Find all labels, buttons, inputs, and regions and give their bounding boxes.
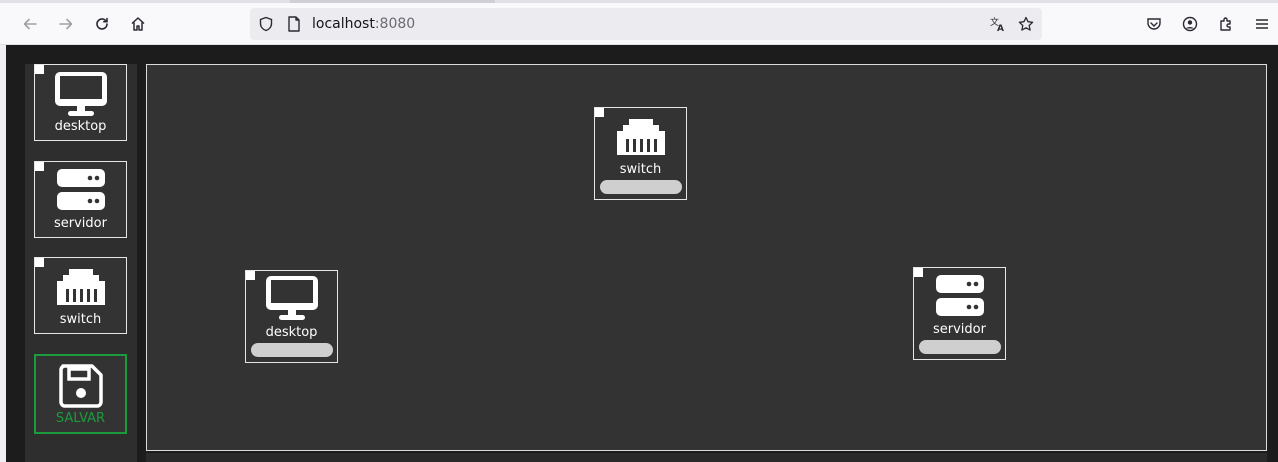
node-label: desktop	[265, 325, 318, 340]
palette-item-label: desktop	[54, 119, 107, 134]
star-icon[interactable]	[1012, 10, 1040, 38]
pocket-icon[interactable]	[1140, 10, 1168, 38]
node-name-input[interactable]	[600, 180, 682, 194]
drag-handle[interactable]	[595, 108, 604, 117]
switch-icon	[56, 269, 105, 305]
drag-handle[interactable]	[35, 162, 44, 171]
url-text[interactable]: localhost:8080	[312, 16, 415, 32]
reload-icon[interactable]	[88, 10, 116, 38]
desktop-icon	[54, 72, 107, 116]
palette-item-desktop[interactable]: desktop	[34, 64, 127, 141]
svg-text:A: A	[997, 24, 1004, 33]
canvas-node-switch[interactable]: switch	[594, 107, 687, 200]
node-label: switch	[619, 162, 662, 177]
canvas-bottom-strip	[146, 453, 1267, 462]
node-name-input[interactable]	[919, 340, 1001, 354]
account-icon[interactable]	[1176, 10, 1204, 38]
save-button[interactable]: SALVAR	[34, 354, 127, 434]
palette-item-servidor[interactable]: servidor	[34, 161, 127, 238]
device-palette: desktop servidor switch SALVAR	[25, 64, 137, 462]
shield-icon[interactable]	[252, 10, 280, 38]
translate-icon[interactable]: 文A	[984, 10, 1012, 38]
palette-item-label: switch	[59, 312, 102, 327]
url-bar[interactable]: localhost:8080 文A	[250, 8, 1042, 40]
url-port: :8080	[374, 16, 416, 32]
browser-toolbar: localhost:8080 文A	[0, 3, 1278, 45]
menu-icon[interactable]	[1248, 10, 1276, 38]
floppy-disk-icon	[58, 364, 103, 408]
desktop-icon	[265, 276, 318, 320]
server-icon	[935, 275, 984, 316]
switch-icon	[616, 119, 665, 155]
drag-handle[interactable]	[35, 258, 44, 267]
palette-item-switch[interactable]: switch	[34, 257, 127, 334]
canvas-node-desktop[interactable]: desktop	[245, 270, 338, 363]
drag-handle[interactable]	[246, 271, 255, 280]
server-icon	[56, 169, 105, 210]
page-icon	[280, 10, 308, 38]
network-canvas[interactable]: switch desktop servidor	[146, 64, 1267, 451]
node-label: servidor	[933, 322, 986, 337]
app-area: desktop servidor switch SALVAR switch de…	[6, 45, 1278, 462]
back-icon[interactable]	[16, 10, 44, 38]
drag-handle[interactable]	[914, 268, 923, 277]
save-button-label: SALVAR	[55, 411, 106, 426]
forward-icon[interactable]	[52, 10, 80, 38]
url-host: localhost	[312, 16, 375, 32]
home-icon[interactable]	[124, 10, 152, 38]
canvas-node-servidor[interactable]: servidor	[913, 267, 1006, 360]
extensions-icon[interactable]	[1212, 10, 1240, 38]
palette-item-label: servidor	[54, 216, 107, 231]
node-name-input[interactable]	[251, 343, 333, 357]
drag-handle[interactable]	[35, 65, 44, 74]
